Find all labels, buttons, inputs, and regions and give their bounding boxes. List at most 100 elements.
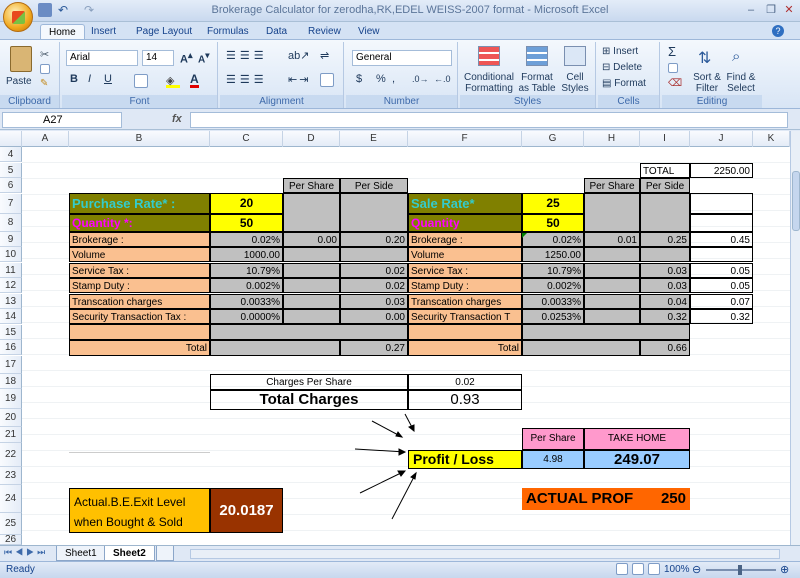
row-header[interactable]: 13 bbox=[0, 294, 22, 309]
buy-row-per-side[interactable]: 0.03 bbox=[340, 294, 408, 309]
horizontal-align-icons[interactable]: ☰☰☰ bbox=[226, 73, 268, 86]
sell-row-per-share[interactable] bbox=[584, 294, 640, 309]
col-header-k[interactable]: K bbox=[753, 131, 790, 147]
pl-per-share-value[interactable]: 4.98 bbox=[522, 450, 584, 469]
buy-row-per-side[interactable]: 0.00 bbox=[340, 309, 408, 324]
col-header-i[interactable]: I bbox=[640, 131, 690, 147]
buy-row-rate[interactable]: 0.02% bbox=[210, 232, 283, 247]
formula-input[interactable] bbox=[190, 112, 788, 128]
total-label[interactable]: TOTAL bbox=[640, 163, 690, 178]
sell-row-per-side[interactable]: 0.03 bbox=[640, 278, 690, 293]
sell-row-per-side[interactable]: 0.25 bbox=[640, 232, 690, 247]
tab-insert[interactable]: Insert bbox=[83, 24, 124, 40]
zoom-slider-thumb[interactable] bbox=[738, 565, 742, 575]
row-header[interactable]: 23 bbox=[0, 467, 22, 485]
row-header[interactable]: 10 bbox=[0, 247, 22, 262]
save-icon[interactable] bbox=[38, 3, 52, 17]
close-icon[interactable]: ✕ bbox=[780, 3, 798, 18]
italic-button[interactable]: I bbox=[88, 74, 91, 85]
font-name-select[interactable]: Arial bbox=[66, 50, 138, 66]
find-select-button[interactable]: Find & Select bbox=[724, 72, 758, 94]
help-icon[interactable]: ? bbox=[772, 25, 784, 37]
j8-cell[interactable] bbox=[690, 214, 753, 232]
tab-page-layout[interactable]: Page Layout bbox=[128, 24, 200, 40]
redo-icon[interactable]: ↷ bbox=[84, 3, 98, 17]
pl-per-share-label[interactable]: Per Share bbox=[522, 428, 584, 450]
j7-cell[interactable] bbox=[690, 193, 753, 214]
clear-icon[interactable]: ⌫ bbox=[668, 78, 682, 89]
sell-row-total[interactable]: 0.07 bbox=[690, 294, 753, 309]
shrink-font-icon[interactable]: A▾ bbox=[198, 50, 209, 65]
blank-peach-cell[interactable] bbox=[69, 324, 210, 340]
buy-row-per-share[interactable]: 0.00 bbox=[283, 232, 340, 247]
row-header[interactable]: 20 bbox=[0, 409, 22, 427]
insert-function-button[interactable]: fx bbox=[172, 113, 182, 125]
sale-rate-input[interactable]: 25 bbox=[522, 193, 584, 214]
row-header[interactable]: 8 bbox=[0, 214, 22, 232]
col-header-c[interactable]: C bbox=[210, 131, 283, 147]
row-header[interactable]: 17 bbox=[0, 356, 22, 374]
sell-row-per-share[interactable] bbox=[584, 247, 640, 262]
page-layout-view-icon[interactable] bbox=[632, 563, 644, 575]
worksheet-grid[interactable]: 4 5 6 7 8 9 10 11 12 13 14 15 16 17 18 1… bbox=[0, 147, 790, 545]
buy-per-share-header[interactable]: Per Share bbox=[283, 178, 340, 193]
sell-per-side-header[interactable]: Per Side bbox=[640, 178, 690, 193]
tab-view[interactable]: View bbox=[350, 24, 388, 40]
horizontal-scrollbar[interactable] bbox=[190, 549, 780, 559]
sell-row-per-side[interactable]: 0.03 bbox=[640, 263, 690, 278]
row-header[interactable]: 5 bbox=[0, 163, 22, 178]
col-header-e[interactable]: E bbox=[340, 131, 408, 147]
sell-row-per-share[interactable] bbox=[584, 278, 640, 293]
col-header-g[interactable]: G bbox=[522, 131, 584, 147]
copy-icon[interactable] bbox=[40, 64, 50, 74]
buy-row-rate[interactable]: 1000.00 bbox=[210, 247, 283, 262]
select-all-corner[interactable] bbox=[0, 131, 22, 147]
buy-row-per-share[interactable] bbox=[283, 247, 340, 262]
buy-row-per-share[interactable] bbox=[283, 278, 340, 293]
restore-icon[interactable]: ❐ bbox=[762, 3, 780, 18]
conditional-formatting-button[interactable]: Conditional Formatting bbox=[462, 72, 516, 94]
row-header[interactable]: 14 bbox=[0, 309, 22, 324]
insert-sheet-icon[interactable] bbox=[156, 546, 174, 561]
row-header[interactable]: 7 bbox=[0, 194, 22, 214]
vertical-scrollbar[interactable] bbox=[790, 131, 800, 545]
sell-row-per-share[interactable]: 0.01 bbox=[584, 232, 640, 247]
page-break-view-icon[interactable] bbox=[648, 563, 660, 575]
sheet-nav-icons[interactable]: ⏮◀▶⏭ bbox=[4, 547, 48, 558]
total-value[interactable]: 2250.00 bbox=[690, 163, 753, 178]
sell-row-rate[interactable]: 10.79% bbox=[522, 263, 584, 278]
sell-total-value[interactable]: 0.66 bbox=[640, 340, 690, 356]
buy-row-per-side[interactable] bbox=[340, 247, 408, 262]
sell-total-label[interactable]: Total bbox=[408, 340, 522, 356]
format-as-table-button[interactable]: Format as Table bbox=[516, 72, 558, 94]
wrap-text-icon[interactable]: ⇌ bbox=[320, 49, 329, 62]
sort-filter-button[interactable]: Sort & Filter bbox=[690, 72, 724, 94]
buy-row-label[interactable]: Security Transaction Tax : bbox=[69, 309, 210, 324]
delete-cells-button[interactable]: ⊟ Delete bbox=[602, 62, 642, 73]
buy-row-per-side[interactable]: 0.02 bbox=[340, 263, 408, 278]
row-header[interactable]: 24 bbox=[0, 485, 22, 513]
row-header[interactable]: 25 bbox=[0, 513, 22, 535]
blank-peach-cell[interactable] bbox=[408, 324, 522, 340]
col-header-a[interactable]: A bbox=[22, 131, 69, 147]
sell-row-label[interactable]: Service Tax : bbox=[408, 263, 522, 278]
name-box[interactable]: A27 bbox=[2, 112, 122, 128]
zoom-level[interactable]: 100% bbox=[664, 564, 690, 575]
total-charges-value[interactable]: 0.93 bbox=[408, 390, 522, 410]
purchase-rate-label[interactable]: Purchase Rate* : bbox=[69, 193, 210, 214]
col-header-h[interactable]: H bbox=[584, 131, 640, 147]
sell-row-label[interactable]: Security Transaction T bbox=[408, 309, 522, 324]
take-home-value[interactable]: 249.07 bbox=[584, 450, 690, 469]
sheet-tab-sheet2[interactable]: Sheet2 bbox=[104, 546, 155, 561]
sell-row-per-share[interactable] bbox=[584, 309, 640, 324]
buy-row-per-side[interactable]: 0.20 bbox=[340, 232, 408, 247]
profit-loss-label[interactable]: Profit / Loss bbox=[408, 450, 522, 469]
vertical-align-icons[interactable]: ☰☰☰ bbox=[226, 49, 268, 62]
sell-row-label[interactable]: Transcation charges bbox=[408, 294, 522, 309]
buy-row-rate[interactable]: 0.0033% bbox=[210, 294, 283, 309]
buy-row-rate[interactable]: 0.0000% bbox=[210, 309, 283, 324]
sell-row-rate[interactable]: 0.0253% bbox=[522, 309, 584, 324]
buy-row-label[interactable]: Stamp Duty : bbox=[69, 278, 210, 293]
buy-row-rate[interactable]: 10.79% bbox=[210, 263, 283, 278]
fill-color-icon[interactable]: ◈ bbox=[166, 74, 180, 88]
